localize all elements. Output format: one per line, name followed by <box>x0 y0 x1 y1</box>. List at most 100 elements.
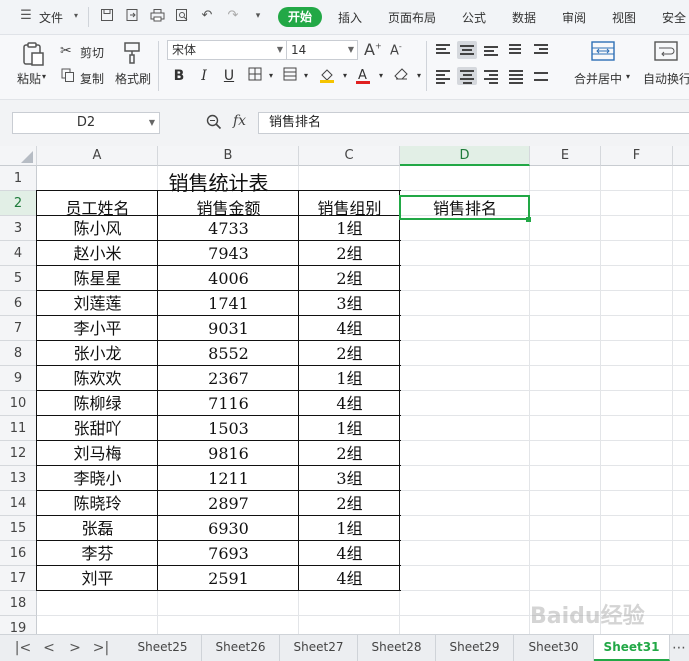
auto-wrap-icon[interactable] <box>653 40 679 64</box>
column-header-b[interactable]: B <box>158 146 299 166</box>
row-header[interactable]: 17 <box>0 566 37 591</box>
paste-dropdown-icon[interactable]: ▾ <box>42 72 46 81</box>
sheet-tab[interactable]: Sheet25 <box>124 635 202 661</box>
cell-employee-name[interactable]: 赵小米 <box>37 241 158 266</box>
chevron-down-icon[interactable]: ▾ <box>336 67 354 85</box>
row-header[interactable]: 9 <box>0 366 37 391</box>
decrease-font-size-icon[interactable]: A- <box>390 42 402 58</box>
row-header[interactable]: 8 <box>0 341 37 366</box>
undo-icon[interactable]: ↶ <box>199 8 215 24</box>
cell-sales-amount[interactable]: 1211 <box>158 466 299 491</box>
indent-icon[interactable] <box>531 41 551 59</box>
print-preview-icon[interactable] <box>174 8 190 24</box>
cell-employee-name[interactable]: 李小平 <box>37 316 158 341</box>
distributed-align-icon[interactable] <box>531 67 551 85</box>
tab-data[interactable]: 数据 <box>512 9 536 26</box>
chevron-down-icon[interactable]: ▾ <box>372 67 390 85</box>
quick-access-more-icon[interactable]: ▾ <box>250 8 266 24</box>
cell-employee-name[interactable]: 张甜吖 <box>37 416 158 441</box>
cell-sales-group[interactable]: 2组 <box>299 441 400 466</box>
cell-sales-group[interactable]: 4组 <box>299 541 400 566</box>
cell-sales-group[interactable]: 2组 <box>299 241 400 266</box>
cell-sales-group[interactable]: 3组 <box>299 291 400 316</box>
copy-button[interactable]: 复制 <box>80 70 104 87</box>
table-title[interactable]: 销售统计表 <box>37 171 400 196</box>
cell-employee-name[interactable]: 刘莲莲 <box>37 291 158 316</box>
cell-sales-amount[interactable]: 7116 <box>158 391 299 416</box>
merge-center-button[interactable]: 合并居中 <box>574 70 622 87</box>
justify-icon[interactable] <box>506 67 526 85</box>
cell-sales-group[interactable]: 3组 <box>299 466 400 491</box>
column-header-e[interactable]: E <box>530 146 601 166</box>
row-header[interactable]: 4 <box>0 241 37 266</box>
cell-employee-name[interactable]: 张磊 <box>37 516 158 541</box>
cell-sales-amount[interactable]: 6930 <box>158 516 299 541</box>
zoom-search-icon[interactable] <box>206 114 222 133</box>
more-sheets-icon[interactable]: ⋯ <box>670 638 688 658</box>
export-icon[interactable] <box>124 8 140 24</box>
auto-wrap-button[interactable]: 自动换行 <box>643 70 689 87</box>
cut-button[interactable]: 剪切 <box>80 44 104 61</box>
sheet-tab[interactable]: Sheet26 <box>202 635 280 661</box>
cell-sales-group[interactable]: 4组 <box>299 391 400 416</box>
save-icon[interactable] <box>99 8 115 24</box>
cell-sales-group[interactable]: 4组 <box>299 316 400 341</box>
font-name-select[interactable]: 宋体 ▼ <box>167 40 287 60</box>
print-icon[interactable] <box>149 8 165 24</box>
name-box[interactable]: D2 ▼ <box>12 112 160 134</box>
cell-sales-group[interactable]: 1组 <box>299 416 400 441</box>
row-header[interactable]: 3 <box>0 216 37 241</box>
tab-page-layout[interactable]: 页面布局 <box>388 9 436 26</box>
cell-sales-group[interactable]: 2组 <box>299 491 400 516</box>
align-center-icon[interactable] <box>457 67 477 85</box>
tab-security[interactable]: 安全 <box>662 9 686 26</box>
text-direction-icon[interactable] <box>506 41 526 59</box>
cell-employee-name[interactable]: 李晓小 <box>37 466 158 491</box>
row-header[interactable]: 2 <box>0 191 37 216</box>
sheet-tab[interactable]: Sheet28 <box>358 635 436 661</box>
column-header-f[interactable]: F <box>601 146 673 166</box>
file-menu[interactable]: 文件 <box>39 9 63 26</box>
cell-employee-name[interactable]: 陈小风 <box>37 216 158 241</box>
cell-sales-group[interactable]: 1组 <box>299 516 400 541</box>
cell-sales-amount[interactable]: 8552 <box>158 341 299 366</box>
row-header[interactable]: 1 <box>0 166 37 191</box>
cell-sales-amount[interactable]: 4733 <box>158 216 299 241</box>
paste-button[interactable]: 粘贴 <box>17 70 41 87</box>
sheet-tab[interactable]: Sheet31 <box>594 635 670 661</box>
align-middle-icon[interactable] <box>457 41 477 59</box>
row-header[interactable]: 18 <box>0 591 37 616</box>
chevron-down-icon[interactable]: ▾ <box>297 67 315 85</box>
format-painter-icon[interactable] <box>121 41 143 65</box>
clear-format-icon[interactable] <box>392 67 410 85</box>
tab-insert[interactable]: 插入 <box>338 9 362 26</box>
row-header[interactable]: 16 <box>0 541 37 566</box>
align-top-icon[interactable] <box>433 41 453 59</box>
cell-sales-amount[interactable]: 9031 <box>158 316 299 341</box>
cell-sales-amount[interactable]: 2367 <box>158 366 299 391</box>
row-header[interactable]: 12 <box>0 441 37 466</box>
cell-sales-amount[interactable]: 9816 <box>158 441 299 466</box>
formula-input[interactable]: 销售排名 <box>258 112 689 134</box>
font-size-select[interactable]: 14 ▼ <box>286 40 358 60</box>
sheet-tab[interactable]: Sheet30 <box>514 635 594 661</box>
underline-icon[interactable]: U <box>220 67 238 85</box>
column-header-c[interactable]: C <box>299 146 400 166</box>
cell-sales-group[interactable]: 2组 <box>299 341 400 366</box>
tab-start[interactable]: 开始 <box>278 7 322 27</box>
redo-icon[interactable]: ↷ <box>225 8 241 24</box>
paste-icon[interactable] <box>20 41 46 67</box>
merge-dropdown-icon[interactable]: ▾ <box>626 72 630 81</box>
cell-sales-group[interactable]: 1组 <box>299 366 400 391</box>
align-left-icon[interactable] <box>433 67 453 85</box>
cell-employee-name[interactable]: 陈晓玲 <box>37 491 158 516</box>
font-color-icon[interactable]: A <box>354 67 372 85</box>
cell-sales-amount[interactable]: 2897 <box>158 491 299 516</box>
cell-employee-name[interactable]: 李芬 <box>37 541 158 566</box>
cell-sales-amount[interactable]: 1503 <box>158 416 299 441</box>
copy-icon[interactable] <box>61 68 75 85</box>
chevron-down-icon[interactable]: ▾ <box>262 67 280 85</box>
last-sheet-icon[interactable]: >| <box>92 638 110 658</box>
cell-employee-name[interactable]: 刘马梅 <box>37 441 158 466</box>
row-header[interactable]: 6 <box>0 291 37 316</box>
